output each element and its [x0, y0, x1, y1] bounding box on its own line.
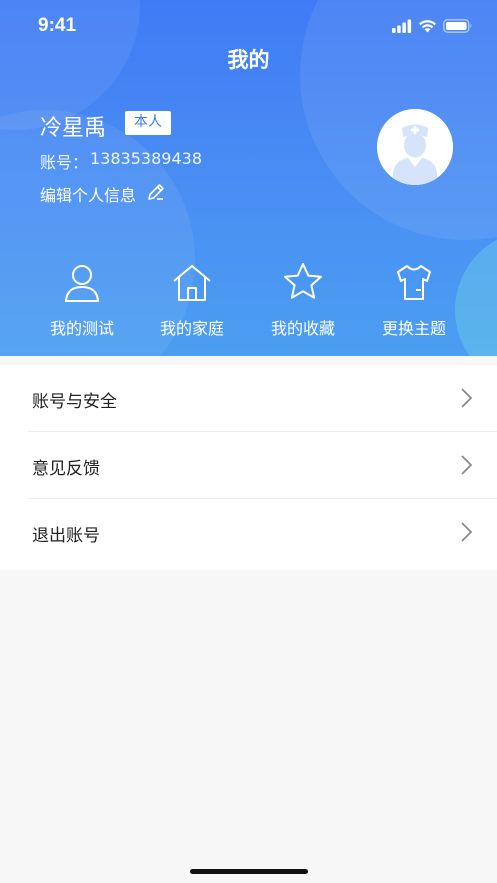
edit-profile-link[interactable]: 编辑个人信息 — [40, 182, 166, 206]
edit-profile-label: 编辑个人信息 — [40, 186, 137, 205]
user-badge: 本人 — [125, 111, 171, 135]
menu-label: 更换主题 — [381, 319, 446, 338]
avatar[interactable] — [377, 109, 453, 185]
settings-item-feedback[interactable]: 意见反馈 — [0, 432, 497, 499]
user-name: 冷星禹 — [40, 116, 107, 141]
wifi-icon — [418, 18, 437, 37]
settings-item-account-security[interactable]: 账号与安全 — [0, 365, 497, 432]
home-icon — [137, 260, 247, 304]
chevron-right-icon — [459, 521, 473, 547]
page-title: 我的 — [227, 48, 270, 72]
chevron-right-icon — [459, 387, 473, 413]
home-indicator[interactable] — [190, 869, 308, 874]
chevron-right-icon — [459, 454, 473, 480]
account-row: 账号： 13835389438 — [40, 149, 202, 173]
settings-item-label: 意见反馈 — [32, 459, 100, 479]
menu-label: 我的家庭 — [159, 319, 224, 338]
menu-label: 我的收藏 — [270, 319, 335, 338]
settings-item-label: 账号与安全 — [32, 392, 117, 412]
menu-item-my-favorites[interactable]: 我的收藏 — [248, 260, 358, 339]
person-icon — [27, 260, 137, 304]
profile-header: 9:41 我的 冷星禹 本人 账号： 13835389438 编辑个人信息 我的… — [0, 0, 497, 356]
pencil-icon — [146, 182, 166, 206]
status-time: 9:41 — [38, 15, 77, 36]
shirt-icon — [359, 260, 469, 304]
doctor-avatar-icon — [377, 109, 453, 185]
settings-item-label: 退出账号 — [32, 526, 100, 546]
quick-menu: 我的测试 我的家庭 我的收藏 更换主题 — [0, 260, 497, 350]
status-icons — [392, 18, 473, 37]
settings-list: 账号与安全 意见反馈 退出账号 — [0, 365, 497, 570]
menu-item-my-tests[interactable]: 我的测试 — [27, 260, 137, 339]
signal-icon — [392, 18, 412, 37]
menu-item-my-family[interactable]: 我的家庭 — [137, 260, 247, 339]
battery-icon — [443, 18, 473, 37]
account-value: 13835389438 — [90, 149, 202, 168]
star-icon — [248, 260, 358, 304]
menu-item-change-theme[interactable]: 更换主题 — [359, 260, 469, 339]
account-label: 账号： — [40, 153, 89, 172]
menu-label: 我的测试 — [49, 319, 114, 338]
list-bottom-spacer — [0, 566, 497, 570]
settings-item-logout[interactable]: 退出账号 — [0, 499, 497, 566]
